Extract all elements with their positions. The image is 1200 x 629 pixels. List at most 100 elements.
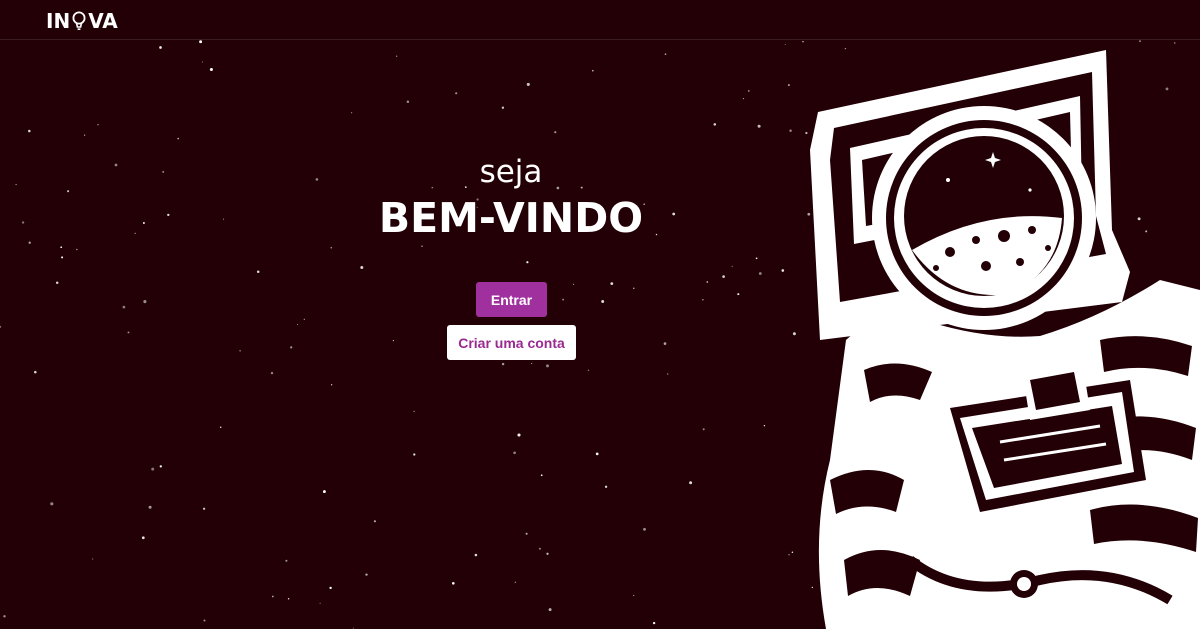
star bbox=[689, 481, 693, 485]
star bbox=[633, 594, 635, 597]
star bbox=[672, 212, 676, 216]
star bbox=[177, 137, 179, 140]
star bbox=[15, 183, 17, 186]
star bbox=[396, 55, 398, 57]
star bbox=[501, 362, 505, 366]
star bbox=[21, 221, 25, 224]
star bbox=[548, 608, 552, 612]
star bbox=[546, 364, 549, 368]
star bbox=[540, 474, 543, 477]
star bbox=[722, 275, 725, 278]
star bbox=[50, 502, 54, 506]
star bbox=[143, 300, 147, 304]
create-account-button[interactable]: Criar uma conta bbox=[447, 325, 576, 360]
star bbox=[791, 551, 794, 553]
lightbulb-icon bbox=[72, 11, 86, 31]
star bbox=[789, 129, 792, 133]
star bbox=[601, 300, 605, 303]
star bbox=[513, 451, 516, 455]
star bbox=[209, 67, 213, 72]
star bbox=[742, 98, 745, 100]
star bbox=[758, 272, 762, 275]
star bbox=[60, 246, 63, 249]
star bbox=[303, 318, 305, 320]
welcome-hero: seja BEM-VINDO bbox=[360, 152, 662, 244]
star bbox=[256, 270, 260, 274]
star bbox=[162, 170, 165, 173]
star bbox=[531, 363, 533, 365]
star bbox=[127, 331, 130, 334]
star bbox=[151, 467, 155, 471]
star bbox=[562, 298, 565, 301]
logo-text-right: VA bbox=[88, 9, 118, 33]
star bbox=[360, 266, 364, 269]
star bbox=[514, 581, 517, 583]
star bbox=[595, 452, 599, 456]
star bbox=[455, 92, 458, 95]
star bbox=[61, 256, 64, 259]
star bbox=[97, 124, 99, 126]
star bbox=[731, 265, 733, 267]
star bbox=[392, 340, 394, 342]
star bbox=[3, 615, 6, 618]
star bbox=[271, 595, 274, 598]
star bbox=[202, 507, 206, 510]
star bbox=[28, 129, 31, 133]
star bbox=[788, 554, 790, 556]
star bbox=[329, 586, 332, 590]
star bbox=[239, 349, 241, 352]
star bbox=[219, 426, 222, 429]
star bbox=[787, 84, 790, 87]
star bbox=[633, 287, 635, 289]
star bbox=[67, 190, 70, 193]
star bbox=[747, 89, 750, 92]
star bbox=[501, 106, 505, 109]
welcome-kicker: seja bbox=[479, 154, 543, 190]
top-navbar: IN VA bbox=[0, 0, 1200, 40]
login-button[interactable]: Entrar bbox=[476, 282, 547, 317]
star bbox=[604, 485, 608, 488]
star bbox=[702, 428, 705, 431]
star bbox=[706, 281, 709, 283]
star bbox=[114, 163, 118, 167]
welcome-page: IN VA seja BEM-VINDO Entrar Criar uma co… bbox=[0, 0, 1200, 629]
welcome-title: BEM-VINDO bbox=[378, 194, 644, 242]
star bbox=[784, 43, 786, 46]
star bbox=[141, 536, 145, 540]
star bbox=[330, 384, 333, 386]
star bbox=[652, 621, 656, 625]
star bbox=[203, 619, 206, 622]
star bbox=[270, 371, 274, 375]
star bbox=[667, 373, 669, 375]
star bbox=[406, 100, 410, 103]
star bbox=[28, 241, 31, 244]
star bbox=[330, 246, 333, 249]
star bbox=[350, 112, 353, 114]
star bbox=[142, 222, 145, 224]
star bbox=[148, 505, 152, 509]
star bbox=[755, 257, 758, 260]
star bbox=[134, 232, 136, 234]
star bbox=[92, 558, 94, 560]
star bbox=[84, 134, 86, 136]
star bbox=[573, 283, 575, 285]
star bbox=[792, 332, 796, 336]
star bbox=[319, 602, 321, 604]
star bbox=[664, 53, 667, 56]
star bbox=[290, 346, 293, 349]
star bbox=[159, 46, 162, 49]
star bbox=[781, 269, 785, 272]
star bbox=[322, 490, 326, 494]
star bbox=[713, 123, 717, 126]
star bbox=[0, 325, 2, 328]
astronaut-illustration bbox=[810, 50, 1200, 629]
star bbox=[315, 178, 319, 181]
star bbox=[525, 532, 528, 535]
star bbox=[763, 424, 766, 427]
star bbox=[285, 559, 288, 562]
star bbox=[413, 410, 415, 412]
inova-logo[interactable]: IN VA bbox=[46, 9, 118, 33]
star bbox=[546, 552, 549, 555]
star bbox=[554, 131, 557, 134]
star bbox=[663, 342, 667, 345]
